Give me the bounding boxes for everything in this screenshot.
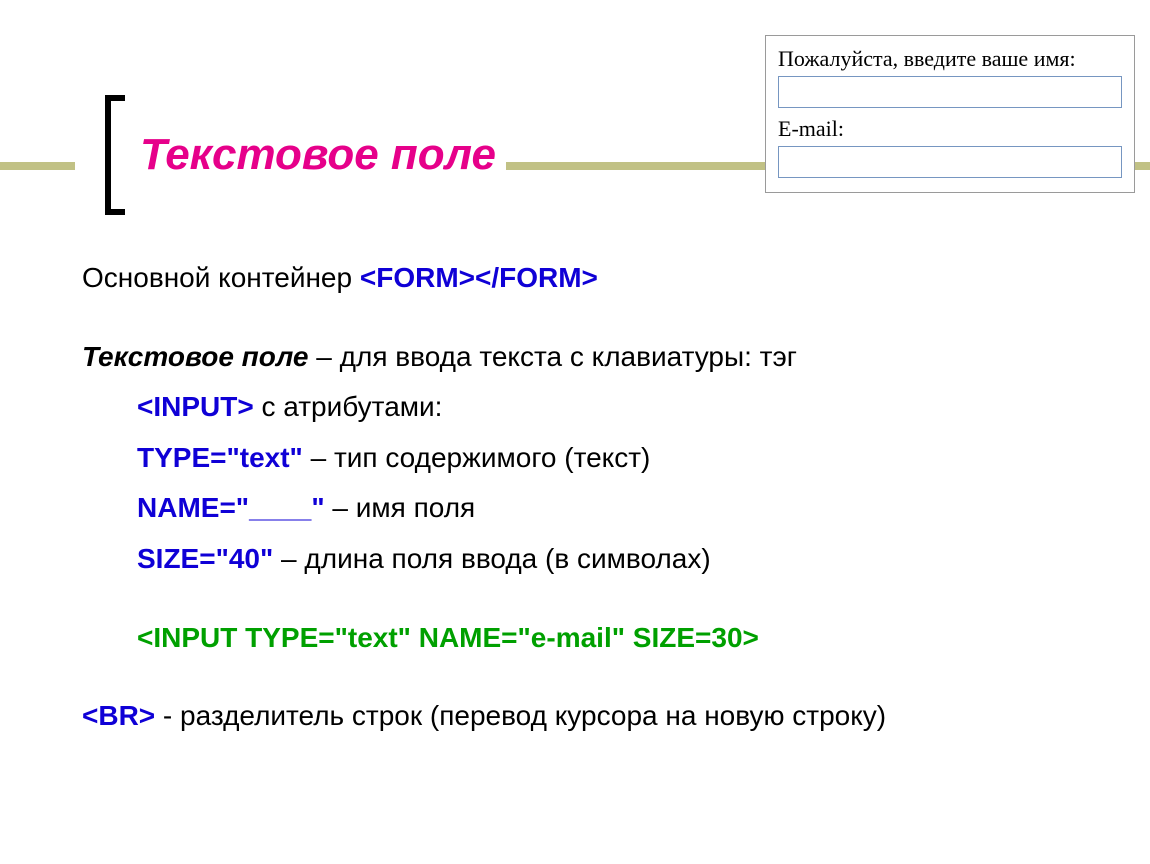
bracket-decoration — [105, 95, 125, 215]
text-fragment: - разделитель строк (перевод курсора на … — [155, 700, 886, 731]
email-label: E-mail: — [778, 116, 1122, 142]
line-input-tag: <INPUT> с атрибутами: — [82, 387, 1090, 428]
attr-desc: – имя поля — [325, 492, 476, 523]
form-tag: <FORM></FORM> — [360, 262, 598, 293]
email-input[interactable] — [778, 146, 1122, 178]
slide-title: Текстовое поле — [140, 130, 496, 180]
text-bold: Текстовое поле — [82, 341, 309, 372]
attr-key: SIZE="40" — [137, 543, 273, 574]
name-label: Пожалуйста, введите ваше имя: — [778, 46, 1122, 72]
text-fragment: с атрибутами: — [254, 391, 443, 422]
text-fragment: – для ввода текста с клавиатуры: тэг — [309, 341, 797, 372]
text-fragment: Основной контейнер — [82, 262, 360, 293]
line-br: <BR> - разделитель строк (перевод курсор… — [82, 696, 1090, 737]
line-attr-type: TYPE="text" – тип содержимого (текст) — [82, 438, 1090, 479]
attr-desc: – тип содержимого (текст) — [303, 442, 651, 473]
attr-key: NAME="____" — [137, 492, 325, 523]
attr-desc: – длина поля ввода (в символах) — [273, 543, 710, 574]
title-block: Текстовое поле — [75, 95, 506, 215]
slide-body: Основной контейнер <FORM></FORM> Текстов… — [82, 258, 1090, 747]
attr-key: TYPE="text" — [137, 442, 303, 473]
line-attr-name: NAME="____" – имя поля — [82, 488, 1090, 529]
br-tag: <BR> — [82, 700, 155, 731]
line-attr-size: SIZE="40" – длина поля ввода (в символах… — [82, 539, 1090, 580]
line-container: Основной контейнер <FORM></FORM> — [82, 258, 1090, 299]
line-textfield: Текстовое поле – для ввода текста с клав… — [82, 337, 1090, 378]
form-preview: Пожалуйста, введите ваше имя: E-mail: — [765, 35, 1135, 193]
example-code: <INPUT TYPE="text" NAME="e-mail" SIZE=30… — [137, 622, 759, 653]
line-example: <INPUT TYPE="text" NAME="e-mail" SIZE=30… — [82, 618, 1090, 659]
input-tag: <INPUT> — [137, 391, 254, 422]
name-input[interactable] — [778, 76, 1122, 108]
